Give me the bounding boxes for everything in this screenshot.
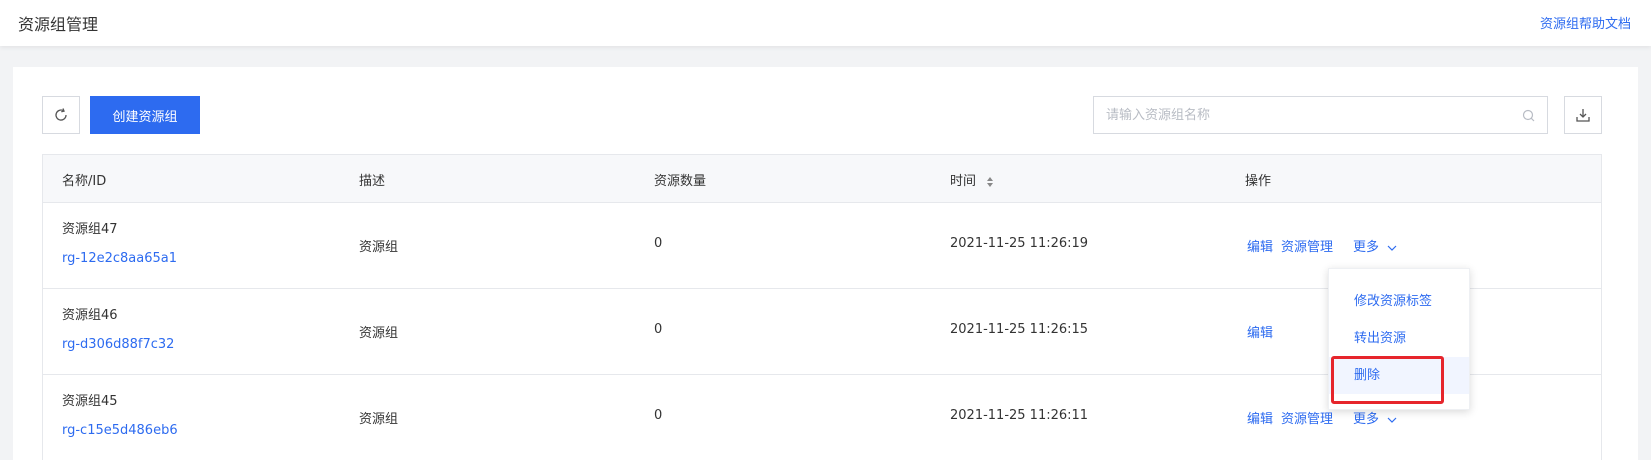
row-resource-count: 0 bbox=[654, 322, 663, 337]
download-button[interactable] bbox=[1564, 96, 1602, 134]
row-description: 资源组 bbox=[359, 240, 399, 255]
col-time[interactable]: 时间 bbox=[950, 170, 994, 189]
row-name: 资源组46 bbox=[62, 308, 118, 323]
row-time: 2021-11-25 11:26:19 bbox=[950, 236, 1089, 251]
refresh-button[interactable] bbox=[42, 96, 80, 134]
more-dropdown-trigger[interactable]: 更多 bbox=[1353, 236, 1397, 255]
resource-manage-link[interactable]: 资源管理 bbox=[1281, 236, 1333, 255]
col-resource-count: 资源数量 bbox=[654, 174, 707, 189]
refresh-icon bbox=[55, 108, 67, 121]
download-icon bbox=[1576, 109, 1590, 122]
col-actions: 操作 bbox=[1245, 174, 1272, 189]
row-id-link[interactable]: rg-d306d88f7c32 bbox=[62, 337, 174, 352]
row-resource-count: 0 bbox=[654, 408, 663, 423]
row-name: 资源组45 bbox=[62, 394, 118, 409]
more-label: 更多 bbox=[1353, 412, 1380, 427]
row-resource-count: 0 bbox=[654, 236, 663, 251]
menu-item-modify-tags[interactable]: 修改资源标签 bbox=[1329, 283, 1469, 320]
menu-item-delete[interactable]: 删除 bbox=[1329, 357, 1469, 394]
menu-item-transfer-resource[interactable]: 转出资源 bbox=[1329, 320, 1469, 357]
chevron-down-icon bbox=[1387, 417, 1397, 423]
search-box bbox=[1093, 96, 1548, 134]
row-time: 2021-11-25 11:26:11 bbox=[950, 408, 1089, 423]
row-time: 2021-11-25 11:26:15 bbox=[950, 322, 1089, 337]
edit-link[interactable]: 编辑 bbox=[1247, 408, 1273, 427]
table-header: 名称/ID 描述 资源数量 时间 操作 bbox=[43, 155, 1601, 203]
row-id-link[interactable]: rg-c15e5d486eb6 bbox=[62, 423, 178, 438]
resource-manage-link[interactable]: 资源管理 bbox=[1281, 408, 1333, 427]
col-description: 描述 bbox=[359, 174, 386, 189]
row-description: 资源组 bbox=[359, 326, 399, 341]
row-description: 资源组 bbox=[359, 412, 399, 427]
more-dropdown-trigger[interactable]: 更多 bbox=[1353, 408, 1397, 427]
page-title: 资源组管理 bbox=[18, 15, 99, 34]
edit-link[interactable]: 编辑 bbox=[1247, 236, 1273, 255]
col-name-id: 名称/ID bbox=[62, 174, 107, 189]
sort-icon[interactable] bbox=[986, 176, 994, 188]
col-time-label: 时间 bbox=[950, 174, 977, 189]
row-name: 资源组47 bbox=[62, 222, 118, 237]
help-doc-link[interactable]: 资源组帮助文档 bbox=[1540, 13, 1631, 32]
search-input[interactable] bbox=[1094, 97, 1514, 133]
search-icon[interactable] bbox=[1521, 108, 1537, 124]
create-resource-group-button[interactable]: 创建资源组 bbox=[90, 96, 200, 134]
row-id-link[interactable]: rg-12e2c8aa65a1 bbox=[62, 251, 177, 266]
more-dropdown-menu: 修改资源标签 转出资源 删除 bbox=[1328, 268, 1470, 410]
top-header: 资源组管理 资源组帮助文档 bbox=[0, 0, 1651, 46]
chevron-down-icon bbox=[1387, 245, 1397, 251]
edit-link[interactable]: 编辑 bbox=[1247, 322, 1273, 341]
more-label: 更多 bbox=[1353, 240, 1380, 255]
